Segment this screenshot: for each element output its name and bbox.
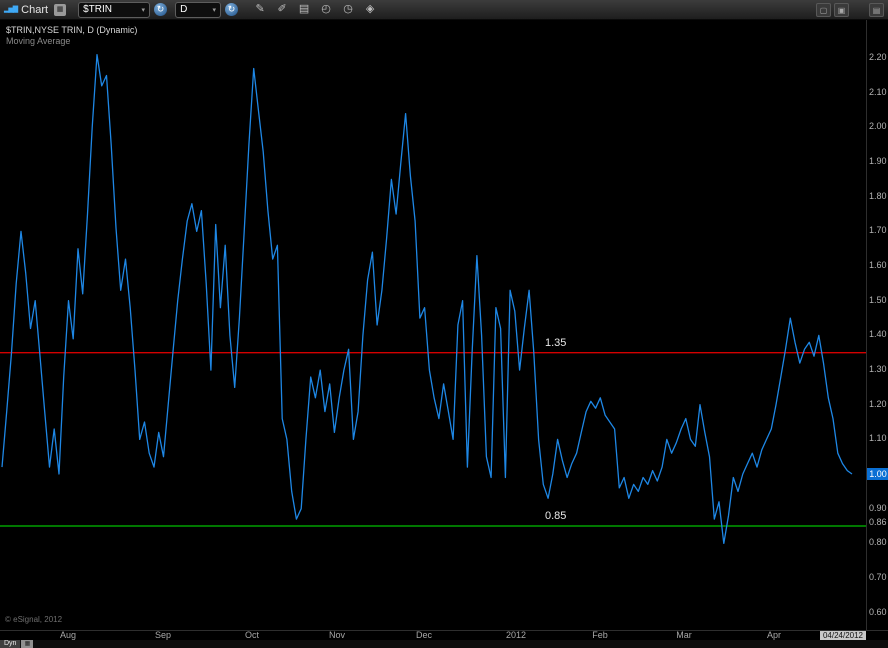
toolbar: ▂▅▇ Chart ▦ $TRIN ▾ ↻ D ▾ ↻ ✎ ✐ ▤ ◴ ◷ ◈ … (0, 0, 888, 20)
chart-canvas (0, 20, 866, 630)
layout-grid-icon[interactable]: ▦ (54, 4, 66, 16)
window-restore-button[interactable]: ▢ (816, 3, 831, 17)
study-label[interactable]: Moving Average (6, 36, 70, 46)
y-axis-label: 1.90 (869, 157, 887, 166)
y-axis-label: 0.70 (869, 573, 887, 582)
x-axis-label: Aug (60, 631, 76, 640)
chart-plot-area[interactable]: $TRIN,NYSE TRIN, D (Dynamic) Moving Aver… (0, 20, 866, 630)
x-axis-label: Sep (155, 631, 171, 640)
y-axis-label: 1.20 (869, 400, 887, 409)
dyn-mode-button[interactable]: Dyn (0, 640, 20, 648)
esignal-chart-window: ▂▅▇ Chart ▦ $TRIN ▾ ↻ D ▾ ↻ ✎ ✐ ▤ ◴ ◷ ◈ … (0, 0, 888, 648)
clock-icon[interactable]: ◴ (318, 2, 334, 17)
y-axis-label: 1.50 (869, 296, 887, 305)
y-axis-label: 2.10 (869, 88, 887, 97)
x-axis-label: Dec (416, 631, 432, 640)
y-axis-label: 0.60 (869, 608, 887, 617)
y-axis-label: 1.10 (869, 434, 887, 443)
note-icon[interactable]: ▤ (296, 2, 312, 17)
y-axis-label: 1.60 (869, 261, 887, 270)
chevron-down-icon: ▾ (213, 6, 217, 14)
pencil-icon[interactable]: ✎ (252, 2, 268, 17)
pie-icon[interactable]: ◷ (340, 2, 356, 17)
copyright-label: © eSignal, 2012 (5, 615, 62, 624)
x-axis-label: 2012 (506, 631, 526, 640)
refresh-icon[interactable]: ↻ (225, 3, 238, 16)
drawing-tools: ✎ ✐ ▤ ◴ ◷ ◈ (252, 2, 378, 17)
chart-title: $TRIN,NYSE TRIN, D (Dynamic) (6, 25, 137, 35)
last-price-badge: 1.00 (867, 468, 888, 480)
window-controls: ▢ ▣ (816, 3, 849, 17)
interval-value: D (180, 4, 209, 15)
window-tab-label: Chart (21, 4, 48, 16)
link-icon[interactable]: ◈ (362, 2, 378, 17)
status-bar: Dyn ▦ (0, 640, 888, 648)
symbol-apply-icon[interactable]: ↻ (154, 3, 167, 16)
level-label: 0.85 (545, 510, 566, 522)
x-axis-label: Apr (767, 631, 781, 640)
symbol-value: $TRIN (83, 4, 138, 15)
interval-select[interactable]: D ▾ (175, 2, 221, 18)
y-axis-label: 1.80 (869, 192, 887, 201)
y-axis-label: 0.80 (869, 538, 887, 547)
cursor-date-badge: 04/24/2012 (820, 631, 866, 640)
level-label: 1.35 (545, 337, 566, 349)
y-axis-label: 2.20 (869, 53, 887, 62)
y-axis-label: 2.00 (869, 122, 887, 131)
symbol-input[interactable]: $TRIN ▾ (78, 2, 150, 18)
window-menu-button[interactable]: ▤ (869, 3, 884, 17)
chevron-down-icon: ▾ (142, 6, 146, 14)
window-maximize-button[interactable]: ▣ (834, 3, 849, 17)
y-axis-label: 1.30 (869, 365, 887, 374)
x-axis-label: Nov (329, 631, 345, 640)
level-axis-marker: 0.86 (869, 518, 887, 527)
y-axis-label: 0.90 (869, 504, 887, 513)
y-axis-label: 1.40 (869, 330, 887, 339)
x-axis-label: Oct (245, 631, 259, 640)
y-axis-label: 1.70 (869, 226, 887, 235)
layout-icon[interactable]: ▦ (21, 640, 33, 648)
time-axis[interactable]: Aug Sep Oct Nov Dec 2012 Feb Mar Apr 04/24/2012 (0, 630, 888, 640)
chart-window-icon: ▂▅▇ (4, 3, 17, 17)
price-line (2, 55, 852, 544)
x-axis-label: Mar (676, 631, 692, 640)
price-axis[interactable]: 2.20 2.10 2.00 1.90 1.80 1.70 1.60 1.50 1.40 1.30… (866, 20, 888, 630)
marker-icon[interactable]: ✐ (274, 2, 290, 17)
x-axis-label: Feb (592, 631, 608, 640)
